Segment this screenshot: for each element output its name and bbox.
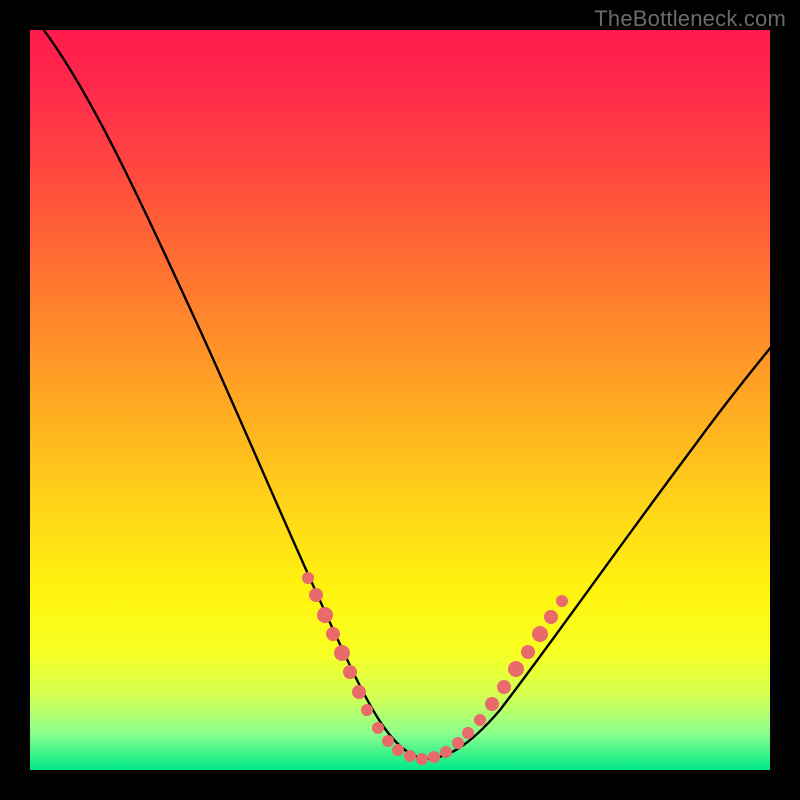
plot-area — [30, 30, 770, 770]
bottleneck-curve — [30, 30, 770, 770]
highlight-dots-right — [474, 595, 568, 726]
highlight-dots-left — [302, 572, 373, 716]
chart-frame: TheBottleneck.com — [0, 0, 800, 800]
watermark-text: TheBottleneck.com — [594, 6, 786, 32]
highlight-dots-valley — [372, 722, 474, 765]
curve-group — [40, 30, 770, 765]
curve-path — [40, 30, 770, 759]
